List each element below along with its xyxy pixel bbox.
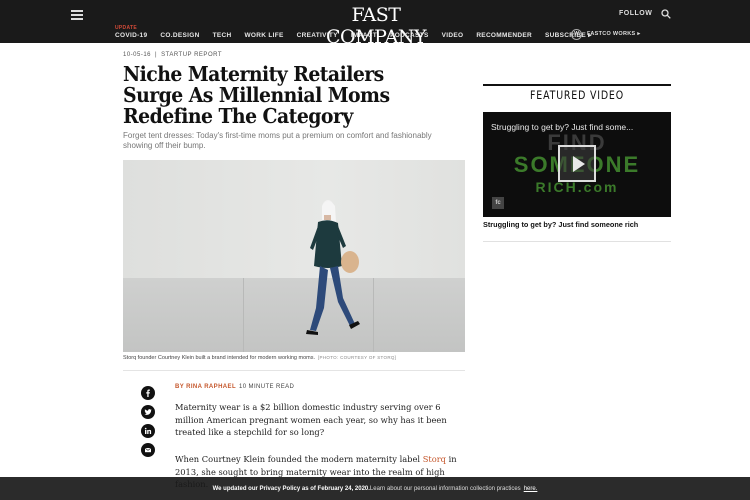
site-logo[interactable]: FAST COMPANY xyxy=(316,4,436,48)
search-icon[interactable] xyxy=(661,9,671,19)
featured-video-rule xyxy=(483,84,671,86)
meta-separator: | xyxy=(155,52,158,58)
hero-wall xyxy=(123,160,465,278)
nav-item-codesign[interactable]: CO.DESIGN xyxy=(160,32,199,39)
hero-image xyxy=(123,160,465,352)
hero-pavement xyxy=(123,278,465,352)
nav-update-tag: UPDATE xyxy=(115,24,137,31)
video-caption-link[interactable]: Struggling to get by? Just find someone … xyxy=(483,220,638,229)
article-paragraph: Maternity wear is a $2 billion domestic … xyxy=(175,402,447,437)
fastco-works-link[interactable]: W FASTCO WORKS ▸ xyxy=(571,27,640,41)
nav-item-tech[interactable]: TECH xyxy=(213,32,232,39)
linkedin-icon[interactable] xyxy=(141,424,155,438)
follow-button[interactable]: FOLLOW xyxy=(619,10,652,17)
nav-item-podcasts[interactable]: PODCASTS xyxy=(390,32,429,39)
article-section[interactable]: STARTUP REPORT xyxy=(161,52,222,58)
privacy-banner-text: Learn about our personal information col… xyxy=(369,485,521,492)
facebook-icon[interactable] xyxy=(141,386,155,400)
twitter-icon[interactable] xyxy=(141,405,155,419)
featured-video-heading: FEATURED VIDEO xyxy=(530,88,624,102)
video-divider xyxy=(483,241,671,242)
privacy-banner: We updated our Privacy Policy as of Febr… xyxy=(0,477,750,500)
nav-item-impact[interactable]: IMPACT xyxy=(351,32,377,39)
image-credit: [PHOTO: COURTESY OF STORQ] xyxy=(318,355,397,360)
paragraph-text: When Courtney Klein founded the modern m… xyxy=(175,454,423,464)
nav-item-work-life[interactable]: WORK LIFE xyxy=(244,32,283,39)
article-headline: Niche Maternity Retailers Surge As Mille… xyxy=(123,62,390,128)
nav-item-creativity[interactable]: CREATIVITY xyxy=(297,32,338,39)
nav-item-covid[interactable]: UPDATE COVID-19 xyxy=(115,25,148,39)
nav-label: COVID-19 xyxy=(115,31,148,39)
storq-link[interactable]: Storq xyxy=(423,454,446,464)
article-subhead: Forget tent dresses: Today's first-time … xyxy=(123,131,432,150)
fastco-works-badge: W xyxy=(571,28,582,40)
section-nav: UPDATE COVID-19 CO.DESIGN TECH WORK LIFE… xyxy=(115,25,605,40)
email-icon[interactable] xyxy=(141,443,155,457)
play-button-icon[interactable] xyxy=(558,145,596,182)
article-date: 10-05-16 xyxy=(123,52,152,58)
video-source-logo: fc xyxy=(492,197,504,209)
image-caption: Storq founder Courtney Klein built a bra… xyxy=(123,355,396,361)
privacy-link[interactable]: here. xyxy=(524,486,538,492)
read-time: 10 MINUTE READ xyxy=(239,384,295,390)
section-divider xyxy=(123,370,465,371)
hamburger-menu-icon[interactable] xyxy=(71,10,83,20)
author-link[interactable]: BY RINA RAPHAEL xyxy=(175,384,236,390)
caption-text: Storq founder Courtney Klein built a bra… xyxy=(123,355,315,361)
privacy-banner-bold: We updated our Privacy Policy as of Febr… xyxy=(212,485,370,492)
article-meta: 10-05-16 | STARTUP REPORT xyxy=(123,52,222,58)
top-navigation-bar: FAST COMPANY FOLLOW UPDATE COVID-19 CO.D… xyxy=(0,0,750,48)
nav-item-recommender[interactable]: RECOMMENDER xyxy=(476,32,532,39)
byline: BY RINA RAPHAEL 10 MINUTE READ xyxy=(175,384,294,390)
nav-item-video[interactable]: VIDEO xyxy=(442,32,464,39)
woman-walking-figure xyxy=(306,200,360,335)
pavement-line xyxy=(243,278,244,352)
fastco-works-label: FASTCO WORKS ▸ xyxy=(587,31,641,37)
